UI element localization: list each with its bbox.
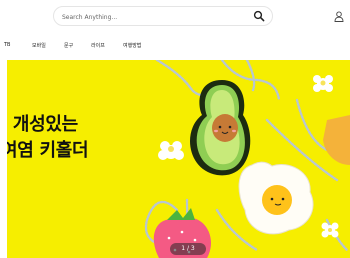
category-nav: TB 모바일 문구 라이프 여행방법 [0, 40, 350, 54]
search-bar[interactable] [53, 6, 273, 26]
search-icon[interactable] [253, 10, 265, 22]
nav-item-mobile[interactable]: 모바일 [32, 42, 46, 49]
banner-headline-line1: l 개성있는 [7, 114, 78, 135]
user-icon[interactable] [334, 11, 344, 22]
search-input[interactable] [60, 9, 244, 25]
hero-banner[interactable]: l 개성있는 여염 키홀더 r [7, 60, 350, 258]
nav-item-travel[interactable]: 여행방법 [123, 42, 141, 49]
banner-headline: l 개성있는 여염 키홀더 [7, 112, 89, 164]
nav-item-stationery[interactable]: 문구 [64, 42, 73, 49]
banner-headline-line2: 여염 키홀더 [7, 140, 89, 161]
nav-item-life[interactable]: 라이프 [91, 42, 105, 49]
nav-item-tb[interactable]: TB [4, 42, 10, 48]
banner-pager[interactable]: 1 / 3 [170, 243, 206, 255]
